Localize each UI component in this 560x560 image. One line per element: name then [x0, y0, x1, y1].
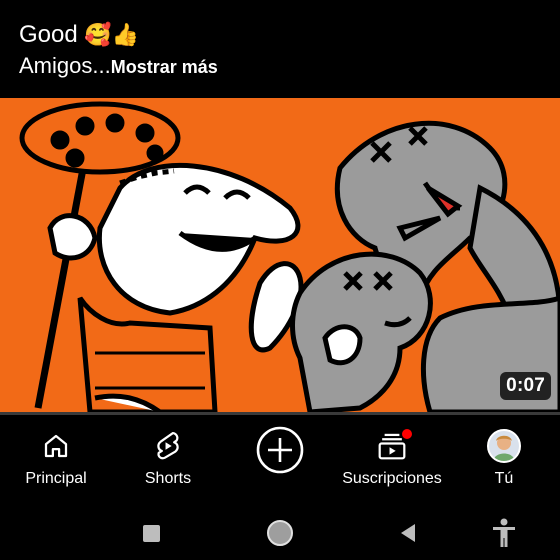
caption-line-1: Good 🥰👍: [19, 18, 540, 52]
nav-item-shorts[interactable]: Shorts: [112, 420, 224, 502]
video-thumbnail[interactable]: 0:07: [0, 98, 560, 412]
recents-icon[interactable]: [135, 517, 167, 549]
notification-dot: [402, 429, 412, 439]
post-caption[interactable]: Good 🥰👍 Amigos...Mostrar más: [19, 18, 540, 81]
nav-label-shorts: Shorts: [144, 470, 192, 487]
nav-label-subscriptions: Suscripciones: [342, 470, 442, 487]
bottom-navigation: Principal Shorts Suscripciones Tú: [0, 420, 560, 502]
caption-emojis: 🥰👍: [84, 23, 140, 49]
show-more-link[interactable]: Mostrar más: [111, 57, 218, 77]
avatar: [487, 429, 521, 463]
accessibility-icon[interactable]: [488, 517, 520, 549]
caption-text-2: Amigos...: [19, 53, 111, 79]
nav-label-you: Tú: [494, 470, 514, 487]
nav-item-subscriptions[interactable]: Suscripciones: [336, 420, 448, 502]
thumbnail-illustration: [19, 101, 560, 412]
video-duration-badge: 0:07: [500, 372, 551, 400]
home-icon: [34, 428, 78, 464]
system-navigation-bar: [0, 505, 560, 560]
nav-label-home: Principal: [25, 470, 87, 487]
shorts-icon: [146, 428, 190, 464]
video-progress-bar[interactable]: [0, 412, 560, 415]
nav-item-home[interactable]: Principal: [0, 420, 112, 502]
caption-line-2: Amigos...Mostrar más: [19, 52, 540, 81]
create-icon: [254, 424, 306, 476]
subscriptions-icon: [370, 428, 414, 464]
caption-text: Good: [19, 21, 78, 48]
home-circle-icon[interactable]: [264, 517, 296, 549]
nav-item-you[interactable]: Tú: [448, 420, 560, 502]
back-icon[interactable]: [392, 517, 424, 549]
nav-item-create[interactable]: [224, 420, 336, 502]
